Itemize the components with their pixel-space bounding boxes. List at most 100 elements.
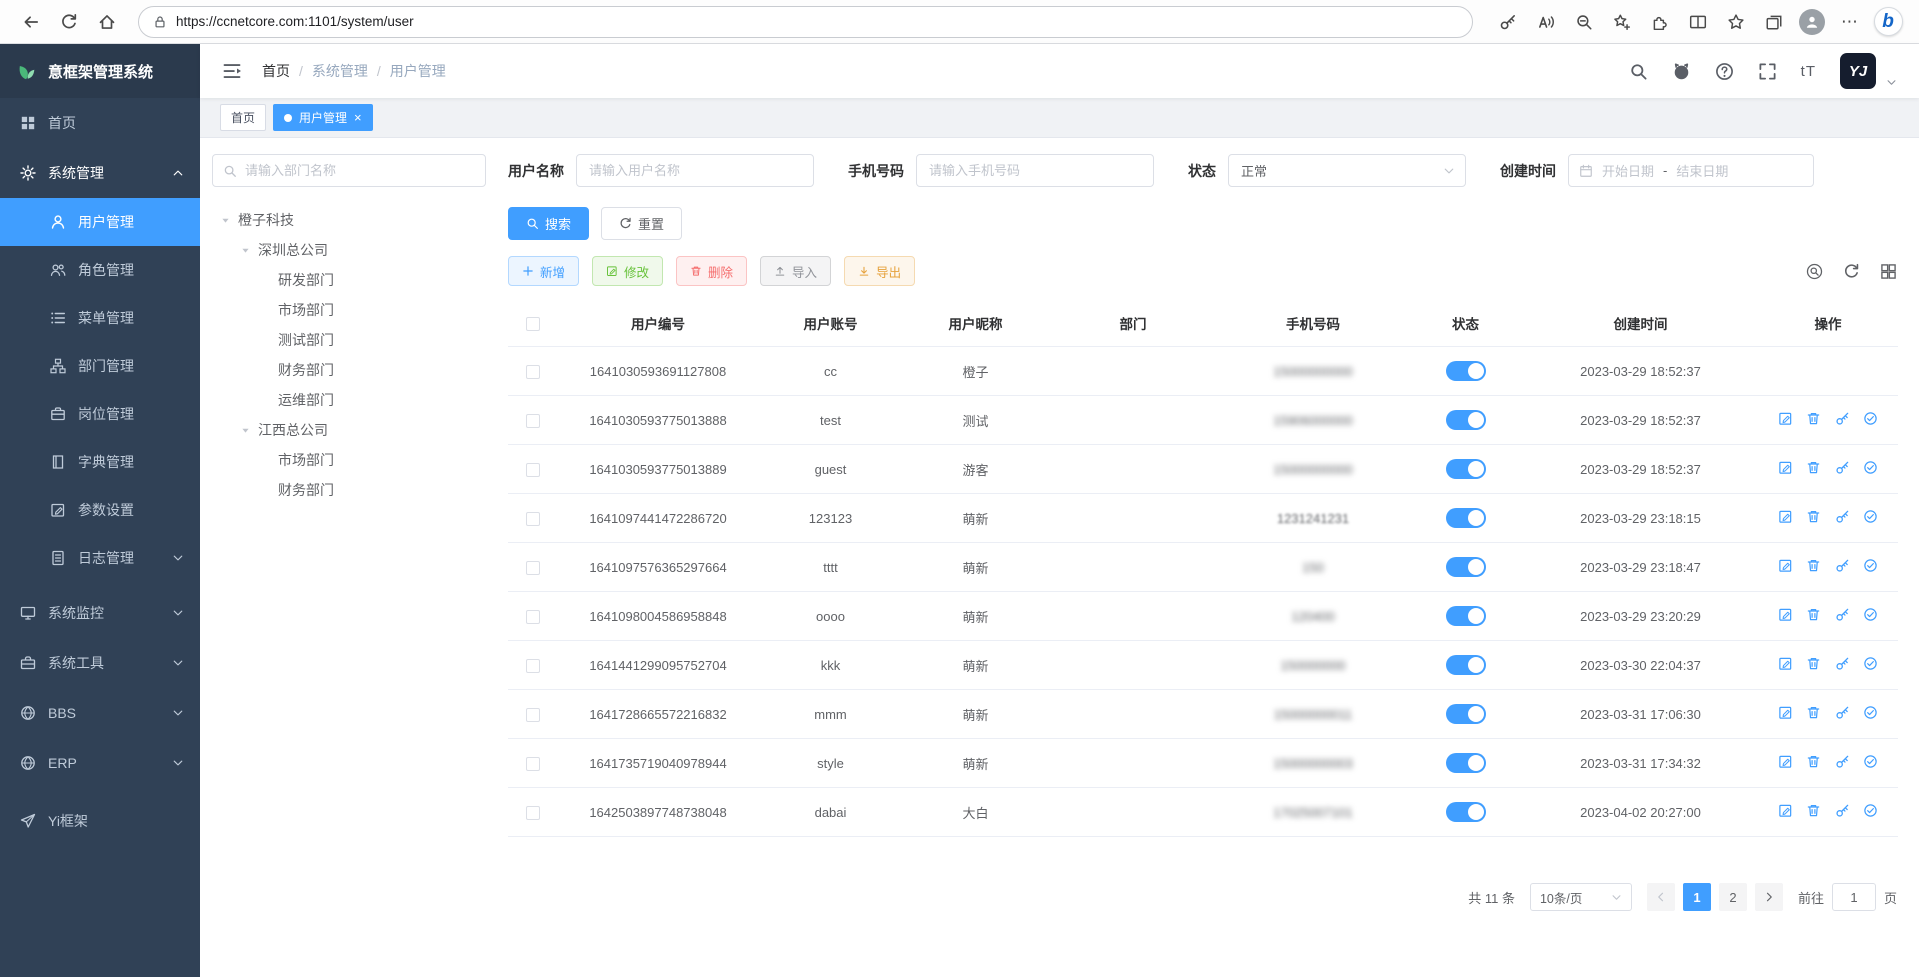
- delete-icon[interactable]: [1806, 803, 1821, 821]
- export-button[interactable]: 导出: [844, 256, 915, 286]
- assign-role-icon[interactable]: [1863, 754, 1878, 772]
- sidebar-item-dept-mgmt[interactable]: 部门管理: [0, 342, 200, 390]
- goto-page-input[interactable]: [1832, 883, 1876, 911]
- sidebar-item-home[interactable]: 首页: [0, 98, 200, 148]
- table-row[interactable]: 1641030593691127808 cc 橙子 15000000000 20…: [508, 347, 1898, 396]
- search-button[interactable]: 搜索: [508, 207, 589, 240]
- edit-icon[interactable]: [1778, 558, 1793, 576]
- date-range-picker[interactable]: 开始日期 - 结束日期: [1568, 154, 1814, 187]
- assign-role-icon[interactable]: [1863, 411, 1878, 429]
- help-icon[interactable]: [1715, 62, 1734, 81]
- column-settings-icon[interactable]: [1880, 263, 1897, 280]
- sidebar-item-dict-mgmt[interactable]: 字典管理: [0, 438, 200, 486]
- tree-node[interactable]: 市场部门: [212, 445, 486, 475]
- breadcrumb-home[interactable]: 首页: [262, 61, 290, 81]
- tab-home[interactable]: 首页: [220, 104, 266, 131]
- reset-password-icon[interactable]: [1835, 460, 1850, 478]
- sidebar-item-menu-mgmt[interactable]: 菜单管理: [0, 294, 200, 342]
- status-toggle[interactable]: [1446, 753, 1486, 773]
- reset-password-icon[interactable]: [1835, 411, 1850, 429]
- refresh-table-icon[interactable]: [1843, 263, 1860, 280]
- sidebar-item-yi-framework[interactable]: Yi框架: [0, 796, 200, 846]
- assign-role-icon[interactable]: [1863, 460, 1878, 478]
- status-toggle[interactable]: [1446, 410, 1486, 430]
- tree-node[interactable]: 江西总公司: [212, 415, 486, 445]
- edit-icon[interactable]: [1778, 705, 1793, 723]
- reset-password-icon[interactable]: [1835, 803, 1850, 821]
- status-toggle[interactable]: [1446, 361, 1486, 381]
- sidebar-item-param-settings[interactable]: 参数设置: [0, 486, 200, 534]
- sidebar-item-erp[interactable]: ERP: [0, 738, 200, 788]
- delete-icon[interactable]: [1806, 754, 1821, 772]
- tree-node[interactable]: 市场部门: [212, 295, 486, 325]
- delete-icon[interactable]: [1806, 411, 1821, 429]
- avatar-caret-icon[interactable]: [1886, 77, 1897, 88]
- sidebar-collapse-icon[interactable]: [222, 61, 242, 81]
- select-all-checkbox[interactable]: [526, 317, 540, 331]
- assign-role-icon[interactable]: [1863, 607, 1878, 625]
- back-icon[interactable]: [12, 6, 50, 38]
- row-checkbox[interactable]: [526, 708, 540, 722]
- reset-button[interactable]: 重置: [601, 207, 682, 240]
- edit-icon[interactable]: [1778, 656, 1793, 674]
- page-button-2[interactable]: 2: [1719, 883, 1747, 911]
- page-button-1[interactable]: 1: [1683, 883, 1711, 911]
- extensions-icon[interactable]: [1641, 6, 1679, 38]
- expand-caret-icon[interactable]: [240, 245, 251, 256]
- edit-icon[interactable]: [1778, 411, 1793, 429]
- sidebar-item-user-mgmt[interactable]: 用户管理: [0, 198, 200, 246]
- delete-icon[interactable]: [1806, 509, 1821, 527]
- expand-caret-icon[interactable]: [240, 425, 251, 436]
- breadcrumb-system[interactable]: 系统管理: [312, 61, 368, 81]
- split-screen-icon[interactable]: [1679, 6, 1717, 38]
- profile-avatar-icon[interactable]: [1793, 6, 1831, 38]
- address-bar[interactable]: https://ccnetcore.com:1101/system/user: [138, 6, 1473, 38]
- table-row[interactable]: 1641030593775013889 guest 游客 15000000000…: [508, 445, 1898, 494]
- status-toggle[interactable]: [1446, 802, 1486, 822]
- browser-home-icon[interactable]: [88, 6, 126, 38]
- delete-icon[interactable]: [1806, 558, 1821, 576]
- import-button[interactable]: 导入: [760, 256, 831, 286]
- delete-icon[interactable]: [1806, 607, 1821, 625]
- fullscreen-icon[interactable]: [1758, 62, 1777, 81]
- status-select[interactable]: 正常: [1228, 154, 1466, 187]
- delete-icon[interactable]: [1806, 656, 1821, 674]
- assign-role-icon[interactable]: [1863, 705, 1878, 723]
- sidebar-item-system-tools[interactable]: 系统工具: [0, 638, 200, 688]
- add-favorite-icon[interactable]: [1603, 6, 1641, 38]
- row-checkbox[interactable]: [526, 512, 540, 526]
- table-row[interactable]: 1642503897748738048 dabai 大白 17025007101…: [508, 788, 1898, 837]
- sidebar-item-system[interactable]: 系统管理: [0, 148, 200, 198]
- status-toggle[interactable]: [1446, 606, 1486, 626]
- edit-icon[interactable]: [1778, 460, 1793, 478]
- sidebar-item-system-monitor[interactable]: 系统监控: [0, 588, 200, 638]
- table-row[interactable]: 1641097576365297664 tttt 萌新 150 2023-03-…: [508, 543, 1898, 592]
- browser-menu-icon[interactable]: ⋯: [1831, 6, 1869, 38]
- prev-page-button[interactable]: [1647, 883, 1675, 911]
- edit-icon[interactable]: [1778, 803, 1793, 821]
- delete-icon[interactable]: [1806, 705, 1821, 723]
- edit-icon[interactable]: [1778, 509, 1793, 527]
- username-input[interactable]: [576, 154, 814, 187]
- table-row[interactable]: 1641735719040978944 style 萌新 15000000003…: [508, 739, 1898, 788]
- add-button[interactable]: 新增: [508, 256, 579, 286]
- header-search-icon[interactable]: [1629, 62, 1648, 81]
- reset-password-icon[interactable]: [1835, 509, 1850, 527]
- assign-role-icon[interactable]: [1863, 558, 1878, 576]
- tree-node[interactable]: 深圳总公司: [212, 235, 486, 265]
- table-row[interactable]: 1641030593775013888 test 测试 15906000000 …: [508, 396, 1898, 445]
- table-row[interactable]: 1641441299095752704 kkk 萌新 150000000 202…: [508, 641, 1898, 690]
- sidebar-item-log-mgmt[interactable]: 日志管理: [0, 534, 200, 582]
- row-checkbox[interactable]: [526, 610, 540, 624]
- table-row[interactable]: 1641097441472286720 123123 萌新 1231241231…: [508, 494, 1898, 543]
- status-toggle[interactable]: [1446, 557, 1486, 577]
- row-checkbox[interactable]: [526, 365, 540, 379]
- status-toggle[interactable]: [1446, 655, 1486, 675]
- status-toggle[interactable]: [1446, 508, 1486, 528]
- sidebar-item-post-mgmt[interactable]: 岗位管理: [0, 390, 200, 438]
- refresh-icon[interactable]: [50, 6, 88, 38]
- toggle-search-icon[interactable]: [1806, 263, 1823, 280]
- assign-role-icon[interactable]: [1863, 803, 1878, 821]
- sidebar-item-role-mgmt[interactable]: 角色管理: [0, 246, 200, 294]
- tree-node[interactable]: 研发部门: [212, 265, 486, 295]
